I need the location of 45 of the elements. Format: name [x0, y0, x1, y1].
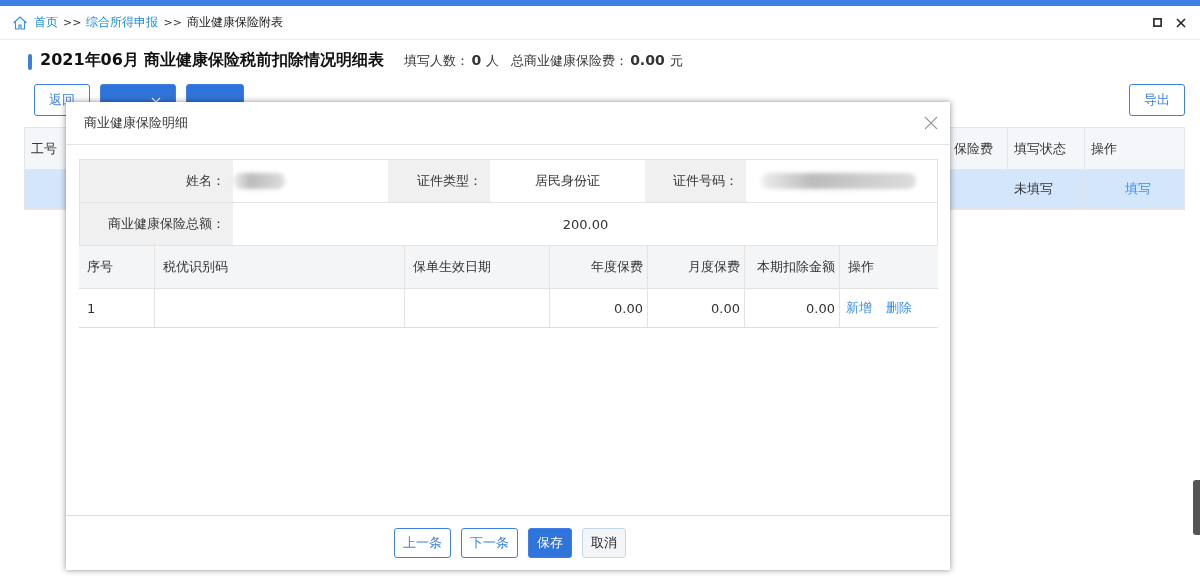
column-header: 月度保费 [648, 246, 745, 288]
row-action-link[interactable]: 新增 [846, 299, 872, 317]
redacted-value [233, 173, 285, 189]
table-cell: 0.00 [648, 289, 745, 327]
breadcrumb-separator: >> [63, 16, 82, 29]
field-label: 证件号码： [645, 160, 746, 203]
export-button[interactable]: 导出 [1129, 84, 1185, 116]
column-header: 序号 [79, 246, 155, 288]
table-cell: 0.00 [550, 289, 648, 327]
dialog-title: 商业健康保险明细 [84, 114, 188, 132]
stat-unit: 人 [486, 52, 500, 70]
column-header: 保单生效日期 [405, 246, 550, 288]
column-header: 本期扣除金额 [745, 246, 840, 288]
table-cell: 1 [79, 289, 155, 327]
column-header: 年度保费 [550, 246, 648, 288]
stat-unit: 元 [669, 52, 683, 70]
breadcrumb-link[interactable]: 首页 [34, 14, 58, 31]
breadcrumb-current: 商业健康保险附表 [186, 14, 283, 31]
dialog-button[interactable]: 上一条 [394, 528, 451, 558]
stat-label: 总商业健康保险费： [511, 52, 629, 70]
column-header: 操作 [1090, 139, 1118, 158]
row-action-link[interactable]: 删除 [886, 299, 912, 317]
dialog-button[interactable]: 取消 [582, 528, 626, 558]
close-icon[interactable] [1176, 17, 1186, 28]
home-icon[interactable] [12, 14, 28, 31]
stat-value: 0.00 [630, 52, 665, 68]
column-header: 税优识别码 [155, 246, 405, 288]
column-header: 填写状态 [1008, 128, 1085, 169]
stat-value: 0 [471, 52, 482, 68]
scrollbar-thumb[interactable] [1193, 480, 1200, 535]
table-cell: 0.00 [745, 289, 840, 327]
field-label: 证件类型： [388, 160, 490, 203]
status-cell: 未填写 [1008, 170, 1085, 208]
fill-link[interactable]: 填写 [1085, 170, 1184, 208]
dialog-button[interactable]: 下一条 [461, 528, 518, 558]
field-label: 姓名： [80, 160, 233, 203]
column-header: 操作 [847, 258, 875, 276]
field-label: 商业健康保险总额： [80, 203, 233, 246]
title-accent [28, 54, 32, 70]
breadcrumb-link[interactable]: 综合所得申报 [86, 14, 159, 31]
restore-icon[interactable] [1153, 18, 1162, 27]
breadcrumb-separator: >> [163, 16, 182, 29]
stat-label: 填写人数： [404, 52, 470, 70]
page-title: 2021年06月 商业健康保险税前扣除情况明细表 [40, 50, 385, 71]
dialog-button[interactable]: 保存 [528, 528, 572, 558]
